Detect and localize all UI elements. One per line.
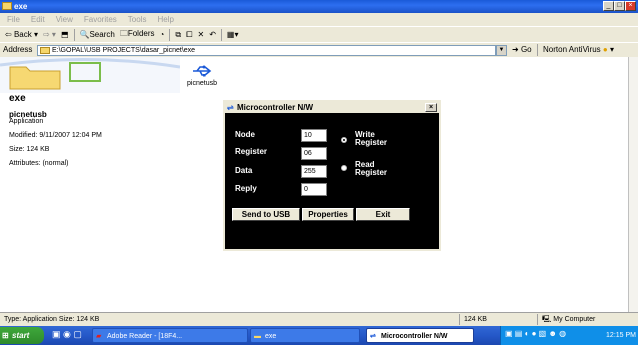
folder-banner-icon (0, 57, 180, 93)
views-button[interactable]: ▦▾ (227, 30, 239, 39)
windows-logo-icon: ⊞ (2, 331, 9, 340)
norton-antivirus-button[interactable]: Norton AntiVirus ● ▾ (543, 45, 614, 54)
window-title: exe (14, 2, 28, 11)
history-button[interactable]: ◔ (160, 30, 165, 39)
selected-file-attributes: Attributes: (normal) (9, 160, 69, 167)
move-to-button[interactable]: ⧉ (175, 30, 181, 40)
go-button[interactable]: ➜ Go (512, 45, 532, 54)
toolbar: ⇦ Back ▾ ⇨ ▾ ⬒ 🔍Search 🗀Folders ◔ ⧉ ⧠ ✕ … (0, 26, 638, 42)
status-bar: Type: Application Size: 124 KB 124 KB 🖳 … (0, 312, 638, 326)
copy-to-button[interactable]: ⧠ (186, 30, 192, 40)
address-label: Address (3, 45, 33, 54)
clock: 12:15 PM (606, 332, 636, 339)
file-item-label: picnetusb (182, 80, 222, 87)
selected-file-modified: Modified: 9/11/2007 12:04 PM (9, 132, 102, 139)
address-bar: Address E:\GOPAL\USB PROJECTS\dasar_picn… (0, 42, 638, 57)
folder-title: exe (9, 93, 26, 104)
maximize-button[interactable]: □ (614, 1, 625, 11)
register-label: Register (235, 147, 268, 156)
data-input[interactable]: 255 (301, 165, 327, 178)
address-divider (537, 44, 538, 56)
address-path: E:\GOPAL\USB PROJECTS\dasar_picnet\exe (52, 47, 196, 54)
taskbar: ⊞ start ▣ ◉ ▢ ▰ Adobe Reader - [18F4... … (0, 326, 638, 345)
dialog-title: Microcontroller N/W (237, 103, 314, 112)
status-size: 124 KB (459, 314, 537, 325)
search-icon: 🔍 (79, 30, 90, 39)
node-label: Node (235, 130, 255, 139)
search-button[interactable]: 🔍Search (80, 30, 115, 39)
reply-label: Reply (235, 184, 257, 193)
usb-icon: ⇌ (370, 333, 376, 340)
microcontroller-dialog: ⇌ Microcontroller N/W × Node 10 Register… (223, 100, 441, 251)
menu-help[interactable]: Help (157, 15, 173, 24)
delete-button[interactable]: ✕ (197, 30, 204, 39)
tray-icons[interactable]: ▣ ▤ ◐ ● ▧ ☻ ◍ (505, 329, 566, 338)
folder-icon: ▬ (254, 333, 261, 340)
register-input[interactable]: 06 (301, 147, 327, 160)
menu-view[interactable]: View (56, 15, 73, 24)
toolbar-divider (169, 28, 171, 41)
window-titlebar[interactable]: exe _ □ × (0, 0, 638, 13)
toolbar-divider (73, 28, 75, 41)
address-input[interactable]: E:\GOPAL\USB PROJECTS\dasar_picnet\exe (37, 45, 496, 56)
back-arrow-icon: ⇦ (5, 30, 12, 39)
exit-button[interactable]: Exit (356, 208, 410, 221)
selected-file-size: Size: 124 KB (9, 146, 50, 153)
back-button[interactable]: ⇦ Back ▾ (5, 30, 38, 39)
menu-file[interactable]: File (7, 15, 20, 24)
quick-launch-icons[interactable]: ▣ ◉ ▢ (52, 329, 82, 340)
dialog-titlebar[interactable]: ⇌ Microcontroller N/W × (225, 102, 439, 113)
read-register-radio[interactable] (341, 165, 347, 171)
details-panel (0, 57, 180, 312)
taskbar-item-microcontroller[interactable]: ⇌ Microcontroller N/W (366, 328, 474, 343)
read-register-label: Read Register (355, 160, 388, 177)
menu-bar: File Edit View Favorites Tools Help (0, 13, 638, 26)
usb-icon (193, 65, 212, 77)
folder-icon (2, 2, 12, 10)
selected-file-type: Application (9, 118, 44, 125)
system-tray: ▣ ▤ ◐ ● ▧ ☻ ◍ 12:15 PM (500, 326, 638, 345)
toolbar-divider (220, 28, 222, 41)
menu-favorites[interactable]: Favorites (84, 15, 117, 24)
status-zone: 🖳 My Computer (537, 314, 638, 325)
status-type: Type: Application Size: 124 KB (4, 316, 100, 323)
menu-edit[interactable]: Edit (31, 15, 45, 24)
properties-button[interactable]: Properties (302, 208, 354, 221)
dialog-close-button[interactable]: × (425, 103, 437, 112)
file-item[interactable]: picnetusb (182, 64, 222, 87)
computer-icon: 🖳 (542, 316, 552, 323)
vertical-scrollbar[interactable] (628, 57, 638, 312)
go-arrow-icon: ➜ (512, 45, 519, 54)
address-dropdown-button[interactable]: ▼ (496, 45, 507, 56)
node-input[interactable]: 10 (301, 129, 327, 142)
up-folder-button[interactable]: ⬒ (61, 30, 69, 39)
usb-icon: ⇌ (227, 103, 234, 112)
adobe-reader-icon: ▰ (96, 333, 102, 340)
menu-tools[interactable]: Tools (128, 15, 147, 24)
norton-icon: ● (602, 45, 608, 54)
write-register-radio[interactable] (341, 137, 347, 143)
reply-input[interactable]: 0 (301, 183, 327, 196)
send-to-usb-button[interactable]: Send to USB (232, 208, 300, 221)
forward-button[interactable]: ⇨ ▾ (43, 30, 56, 39)
close-button[interactable]: × (625, 1, 636, 11)
undo-button[interactable]: ↶ (209, 30, 216, 39)
start-button[interactable]: ⊞ start (0, 327, 44, 344)
taskbar-item-exe[interactable]: ▬ exe (250, 328, 360, 343)
taskbar-item-adobe-reader[interactable]: ▰ Adobe Reader - [18F4... (92, 328, 248, 343)
folders-icon: 🗀 (119, 28, 128, 38)
folder-icon (40, 47, 50, 54)
folders-button[interactable]: 🗀Folders (120, 28, 155, 42)
data-label: Data (235, 166, 253, 175)
write-register-label: Write Register (355, 130, 388, 147)
minimize-button[interactable]: _ (603, 1, 614, 11)
